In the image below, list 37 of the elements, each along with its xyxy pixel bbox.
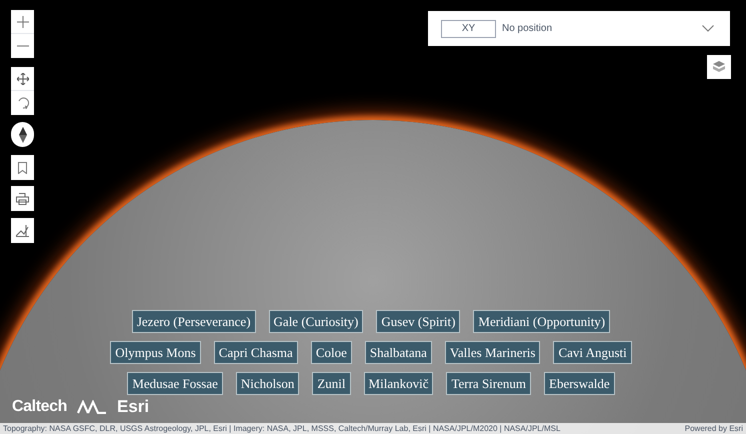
- place-label[interactable]: Gale (Curiosity): [268, 310, 364, 333]
- place-label[interactable]: Medusae Fossae: [127, 372, 223, 395]
- measure-button[interactable]: [11, 218, 34, 243]
- position-text: No position: [502, 22, 552, 36]
- print-button[interactable]: [11, 186, 34, 211]
- place-label[interactable]: Eberswalde: [544, 372, 615, 395]
- place-label[interactable]: Shalbatana: [364, 341, 432, 364]
- plus-icon: [16, 16, 28, 28]
- place-label[interactable]: Capri Chasma: [214, 341, 298, 364]
- compass-icon: [18, 126, 26, 142]
- place-label[interactable]: Valles Marineris: [444, 341, 540, 364]
- compass-button[interactable]: [11, 122, 34, 147]
- move-icon: [16, 72, 28, 84]
- logo-text: Esri: [117, 396, 150, 418]
- place-label[interactable]: Nicholson: [236, 372, 300, 395]
- powered-by-text: Powered by Esri: [684, 424, 743, 432]
- place-label[interactable]: Jezero (Perseverance): [132, 310, 256, 333]
- layers-button[interactable]: [707, 55, 731, 79]
- rotate-icon: [16, 97, 28, 109]
- place-label[interactable]: Meridiani (Opportunity): [473, 310, 610, 333]
- printer-icon: [16, 192, 29, 204]
- attribution-text: Topography: NASA GSFC, DLR, USGS Astrogeology, JPL, Esri | Imagery: NASA, JPL, MSSS, Caltech/Murray Lab, Esri | NASA/JPL/M2020 | NASA/JPL/MSL: [3, 424, 560, 432]
- bookmark-icon: [18, 162, 27, 174]
- format-button[interactable]: XY: [441, 20, 496, 38]
- place-label[interactable]: Coloe: [310, 341, 352, 364]
- minus-icon: [16, 45, 28, 47]
- logo-text: Caltech: [12, 396, 67, 417]
- layers-icon: [713, 61, 725, 73]
- arch-logo-icon: [77, 400, 107, 414]
- place-label[interactable]: Gusev (Spirit): [376, 310, 460, 333]
- place-label[interactable]: Cavi Angusti: [553, 341, 632, 364]
- place-label[interactable]: Olympus Mons: [110, 341, 201, 364]
- place-label[interactable]: Zunil: [312, 372, 351, 395]
- place-label[interactable]: Terra Sirenum: [446, 372, 532, 395]
- place-label[interactable]: Milankovič: [364, 372, 434, 395]
- bookmark-button[interactable]: [11, 155, 34, 180]
- measure-icon: [16, 224, 29, 236]
